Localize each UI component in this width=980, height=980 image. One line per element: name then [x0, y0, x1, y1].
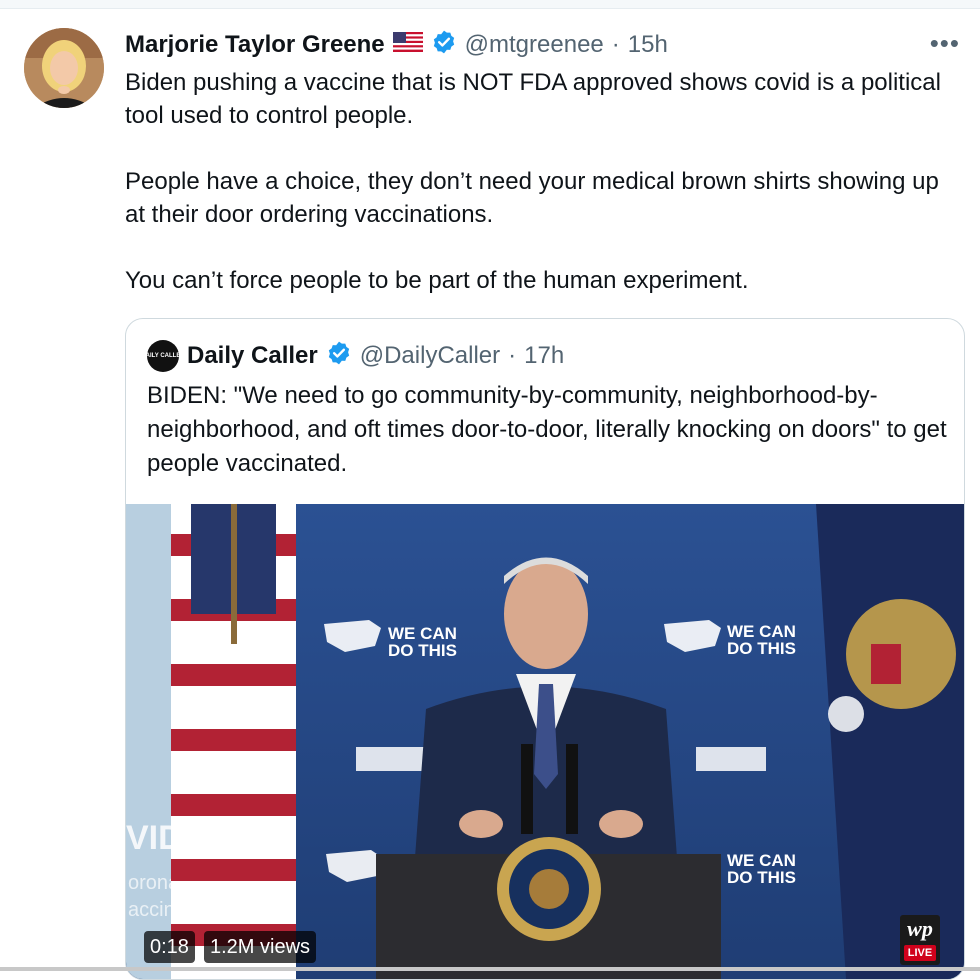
backdrop-text: DO THIS	[727, 868, 796, 887]
wp-logo-text: wp	[907, 916, 933, 941]
author-avatar[interactable]	[24, 28, 104, 108]
separator-dot: ·	[508, 342, 517, 369]
tweet-header: Marjorie Taylor Greene @mtgreenee · 15h	[125, 28, 668, 62]
video-views-badge: 1.2M views	[204, 931, 317, 963]
author-handle[interactable]: @mtgreenee	[465, 31, 604, 59]
american-flag	[171, 504, 296, 979]
quoted-timestamp[interactable]: 17h	[524, 342, 564, 370]
washington-post-live-logo-icon: wp LIVE	[900, 915, 940, 965]
more-options-icon[interactable]: •••	[930, 30, 960, 56]
avatar-image	[24, 28, 104, 108]
top-divider	[0, 0, 980, 9]
quoted-author-name[interactable]: Daily Caller	[187, 342, 318, 370]
backdrop-text: DO THIS	[727, 639, 796, 658]
tweet-paragraph: People have a choice, they don’t need yo…	[125, 168, 939, 228]
quoted-author-handle[interactable]: @DailyCaller	[360, 342, 500, 370]
video-duration-badge: 0:18	[144, 931, 195, 963]
quoted-tweet-card[interactable]: DAILY CALLER Daily Caller @DailyCaller ·…	[125, 318, 965, 980]
quoted-tweet-header: DAILY CALLER Daily Caller @DailyCaller ·…	[141, 339, 564, 373]
verified-badge-icon	[431, 29, 457, 62]
separator-dot: ·	[611, 31, 620, 58]
author-name[interactable]: Marjorie Taylor Greene	[125, 31, 385, 59]
backdrop-text: DO THIS	[388, 641, 457, 660]
us-flag-icon	[392, 31, 423, 59]
verified-badge-icon	[326, 340, 352, 373]
tweet-body: Biden pushing a vaccine that is NOT FDA …	[125, 66, 965, 297]
daily-caller-logo-icon[interactable]: DAILY CALLER	[141, 340, 185, 372]
live-label: LIVE	[904, 945, 936, 961]
tweet-paragraph: Biden pushing a vaccine that is NOT FDA …	[125, 69, 941, 129]
horizontal-scrollbar[interactable]	[0, 967, 980, 971]
video-frame: VID oronavi accine WE CAN DO THIS WE CAN…	[126, 504, 964, 979]
tweet-timestamp[interactable]: 15h	[628, 31, 668, 59]
video-player[interactable]: VID oronavi accine WE CAN DO THIS WE CAN…	[126, 504, 964, 979]
tweet-paragraph: You can’t force people to be part of the…	[125, 267, 749, 294]
quoted-tweet-body: BIDEN: "We need to go community-by-commu…	[147, 382, 947, 477]
